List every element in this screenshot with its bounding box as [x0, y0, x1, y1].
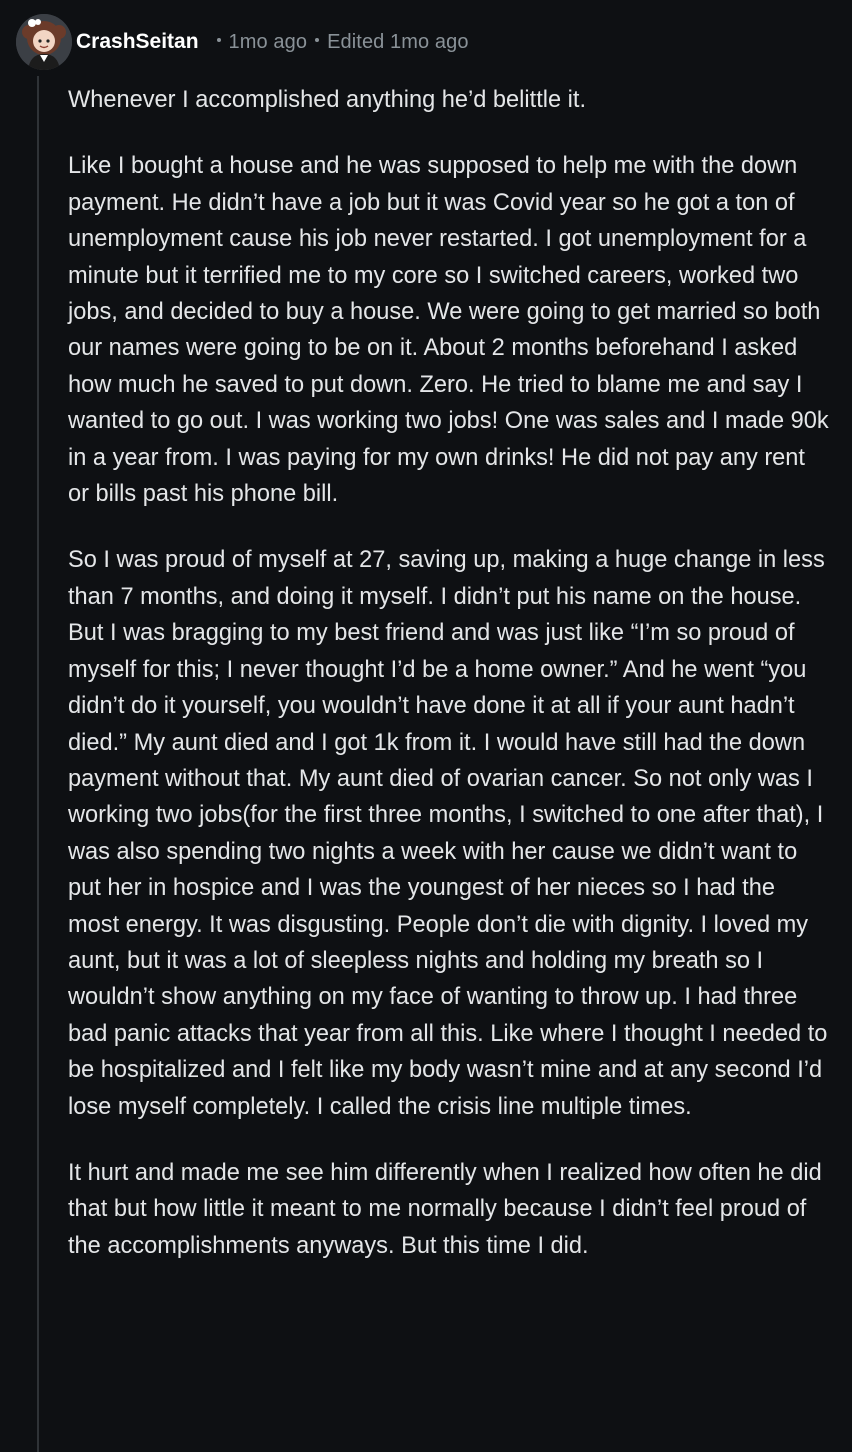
comment-paragraph: Like I bought a house and he was suppose… — [68, 153, 829, 508]
thread-line[interactable] — [37, 76, 39, 1452]
comment-header: CrashSeitan 1mo ago Edited 1mo ago — [16, 14, 469, 70]
separator-dot-icon — [216, 38, 221, 43]
comment-body: Whenever I accomplished anything he’d be… — [68, 82, 830, 1294]
comment-paragraph: It hurt and made me see him differently … — [68, 1159, 822, 1259]
edited-time: Edited 1mo ago — [327, 30, 469, 53]
comment-meta: 1mo ago Edited 1mo ago — [209, 31, 469, 54]
comment-paragraph: Whenever I accomplished anything he’d be… — [68, 87, 587, 113]
separator-dot-icon — [315, 38, 320, 43]
avatar-icon[interactable] — [16, 14, 72, 70]
username[interactable]: CrashSeitan — [76, 30, 199, 54]
comment-paragraph: So I was proud of myself at 27, saving u… — [68, 547, 828, 1120]
comment-time: 1mo ago — [228, 30, 308, 53]
